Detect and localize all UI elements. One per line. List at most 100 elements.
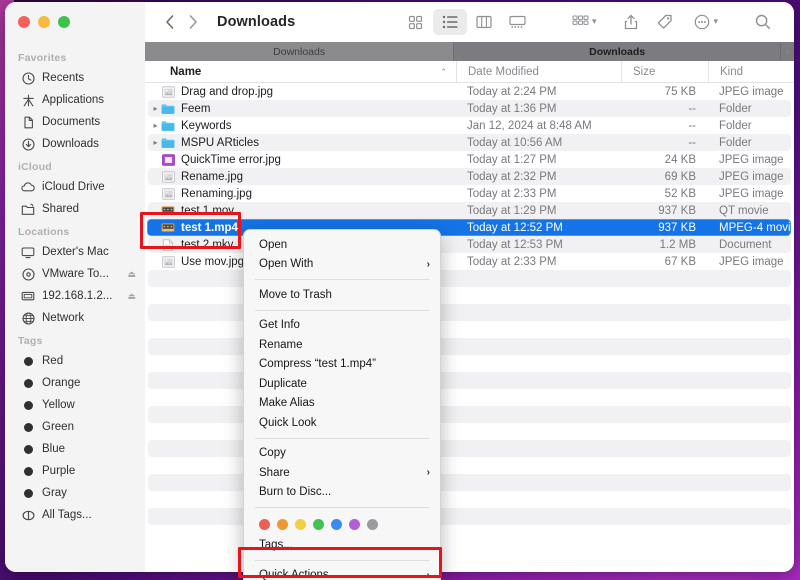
sidebar-item-network[interactable]: Network [5, 307, 145, 329]
tag-swatch-green[interactable] [313, 519, 324, 530]
tag-swatch-purple[interactable] [349, 519, 360, 530]
tag-swatch-red[interactable] [259, 519, 270, 530]
menu-item-tags[interactable]: Tags... [244, 535, 440, 555]
back-button[interactable] [157, 9, 181, 35]
group-by-chevron-down-icon[interactable]: ▾ [592, 16, 597, 28]
table-row[interactable]: ▸ MSPU ARticles Today at 10:56 AM -- Folder [145, 134, 794, 151]
icon-view-button[interactable] [399, 9, 433, 35]
sidebar-item-tag-green[interactable]: Green [5, 416, 145, 438]
file-name-cell[interactable]: ▸ Keywords [145, 119, 456, 132]
column-header-size[interactable]: Size [621, 61, 708, 82]
table-row[interactable]: ▸ Rename.jpg Today at 2:32 PM 69 KB JPEG ima… [145, 168, 794, 185]
maximize-button[interactable] [58, 16, 70, 28]
menu-separator [255, 559, 429, 561]
disclosure-triangle-icon[interactable]: ▸ [150, 104, 161, 113]
table-row[interactable]: ▸ Keywords Jan 12, 2024 at 8:48 AM -- Folder [145, 117, 794, 134]
path-segment[interactable]: Downloads [145, 42, 454, 61]
menu-item-duplicate[interactable]: Duplicate [244, 374, 440, 394]
file-name-cell[interactable]: ▸ QuickTime error.jpg [145, 153, 456, 166]
clock-icon [21, 71, 35, 85]
menu-item-copy[interactable]: Copy [244, 444, 440, 464]
sidebar-item-dexters-mac[interactable]: Dexter's Mac [5, 241, 145, 263]
file-name-cell[interactable]: ▸ Renaming.jpg [145, 187, 456, 200]
sidebar-item-documents[interactable]: Documents [5, 111, 145, 133]
sidebar-item-shared[interactable]: Shared [5, 198, 145, 220]
sidebar-item-label: Blue [42, 443, 66, 455]
tag-button[interactable] [648, 9, 682, 35]
submenu-chevron-right-icon: › [426, 467, 430, 479]
menu-item-get-info[interactable]: Get Info [244, 316, 440, 336]
search-button[interactable] [746, 9, 780, 35]
sidebar-item-tag-blue[interactable]: Blue [5, 438, 145, 460]
menu-item-open[interactable]: Open [244, 235, 440, 255]
file-size-cell: 24 KB [664, 153, 696, 166]
eject-icon[interactable]: ⏏ [127, 269, 136, 280]
file-name-cell[interactable]: ▸ MSPU ARticles [145, 136, 456, 149]
cloud-icon [21, 180, 35, 194]
sidebar-item-label: Shared [42, 203, 80, 215]
sidebar-item-tag-red[interactable]: Red [5, 350, 145, 372]
eject-icon[interactable]: ⏏ [127, 291, 136, 302]
more-actions-chevron-down-icon[interactable]: ▾ [713, 16, 718, 28]
sidebar-item-tag-purple[interactable]: Purple [5, 460, 145, 482]
menu-item-share[interactable]: Share › [244, 463, 440, 483]
menu-item-move-to-trash[interactable]: Move to Trash [244, 285, 440, 305]
tag-swatch-gray[interactable] [367, 519, 378, 530]
tag-swatch-orange[interactable] [277, 519, 288, 530]
sidebar-item-label: Downloads [42, 138, 99, 150]
chevron-right-small-icon[interactable]: › [780, 42, 794, 61]
table-row[interactable]: ▸ QuickTime error.jpg Today at 1:27 PM 24 K… [145, 151, 794, 168]
share-button[interactable] [614, 9, 648, 35]
tag-swatch-yellow[interactable] [295, 519, 306, 530]
menu-item-label: Copy [259, 447, 286, 460]
table-row[interactable]: ▸ Feem Today at 1:36 PM -- Folder [145, 100, 794, 117]
sidebar-item-downloads[interactable]: Downloads [5, 133, 145, 155]
menu-item-rename[interactable]: Rename [244, 335, 440, 355]
close-button[interactable] [18, 16, 30, 28]
sidebar-item-network-share[interactable]: 192.168.1.2... ⏏ [5, 285, 145, 307]
disclosure-triangle-icon: ▸ [150, 155, 161, 164]
disclosure-triangle-icon[interactable]: ▸ [150, 138, 161, 147]
sort-ascending-icon: ⌃ [440, 67, 447, 76]
file-name-cell[interactable]: ▸ Feem [145, 102, 456, 115]
file-name-label: Feem [181, 102, 211, 115]
file-name-cell[interactable]: ▸ Drag and drop.jpg [145, 85, 456, 98]
sidebar-item-vmware-tools[interactable]: VMware To... ⏏ [5, 263, 145, 285]
list-view-button[interactable] [432, 9, 467, 35]
column-header-date-modified[interactable]: Date Modified [456, 61, 621, 82]
column-view-button[interactable] [467, 9, 501, 35]
menu-item-quick-actions[interactable]: Quick Actions › [244, 566, 440, 580]
sidebar-item-tag-orange[interactable]: Orange [5, 372, 145, 394]
minimize-button[interactable] [38, 16, 50, 28]
menu-item-burn-to-disc[interactable]: Burn to Disc... [244, 483, 440, 503]
file-kind-cell: JPEG image [719, 153, 784, 166]
column-header-kind[interactable]: Kind [708, 61, 794, 82]
gallery-view-button[interactable] [501, 9, 535, 35]
table-row[interactable]: ▸ test 1.mov Today at 1:29 PM 937 KB QT movi… [145, 202, 794, 219]
column-header-name[interactable]: Name ⌃ [145, 61, 456, 82]
file-name-label: test 1.mov [181, 204, 235, 217]
sidebar-item-tag-gray[interactable]: Gray [5, 482, 145, 504]
file-name-label: QuickTime error.jpg [181, 153, 281, 166]
table-row[interactable]: ▸ Drag and drop.jpg Today at 2:24 PM 75 KB J… [145, 83, 794, 100]
sidebar-item-icloud-drive[interactable]: iCloud Drive [5, 176, 145, 198]
menu-item-quick-look[interactable]: Quick Look [244, 413, 440, 433]
tag-swatch-blue[interactable] [331, 519, 342, 530]
disclosure-triangle-icon[interactable]: ▸ [150, 121, 161, 130]
sidebar-item-recents[interactable]: Recents [5, 67, 145, 89]
sidebar-item-tag-yellow[interactable]: Yellow [5, 394, 145, 416]
menu-item-open-with[interactable]: Open With › [244, 255, 440, 275]
sidebar-item-label: Orange [42, 377, 81, 389]
sidebar-item-applications[interactable]: Applications [5, 89, 145, 111]
file-name-cell[interactable]: ▸ test 1.mov [145, 204, 456, 217]
menu-item-compress-test-1-mp4[interactable]: Compress “test 1.mp4” [244, 355, 440, 375]
menu-item-label: Compress “test 1.mp4” [259, 358, 376, 371]
menu-item-make-alias[interactable]: Make Alias [244, 394, 440, 414]
sidebar-item-all-tags[interactable]: All Tags... [5, 504, 145, 526]
forward-button[interactable] [181, 9, 205, 35]
file-name-label: Use mov.jpg [181, 255, 245, 268]
path-segment-active[interactable]: Downloads [453, 42, 780, 61]
table-row[interactable]: ▸ Renaming.jpg Today at 2:33 PM 52 KB JPEG i… [145, 185, 794, 202]
file-kind-cell: JPEG image [719, 170, 784, 183]
file-name-cell[interactable]: ▸ Rename.jpg [145, 170, 456, 183]
